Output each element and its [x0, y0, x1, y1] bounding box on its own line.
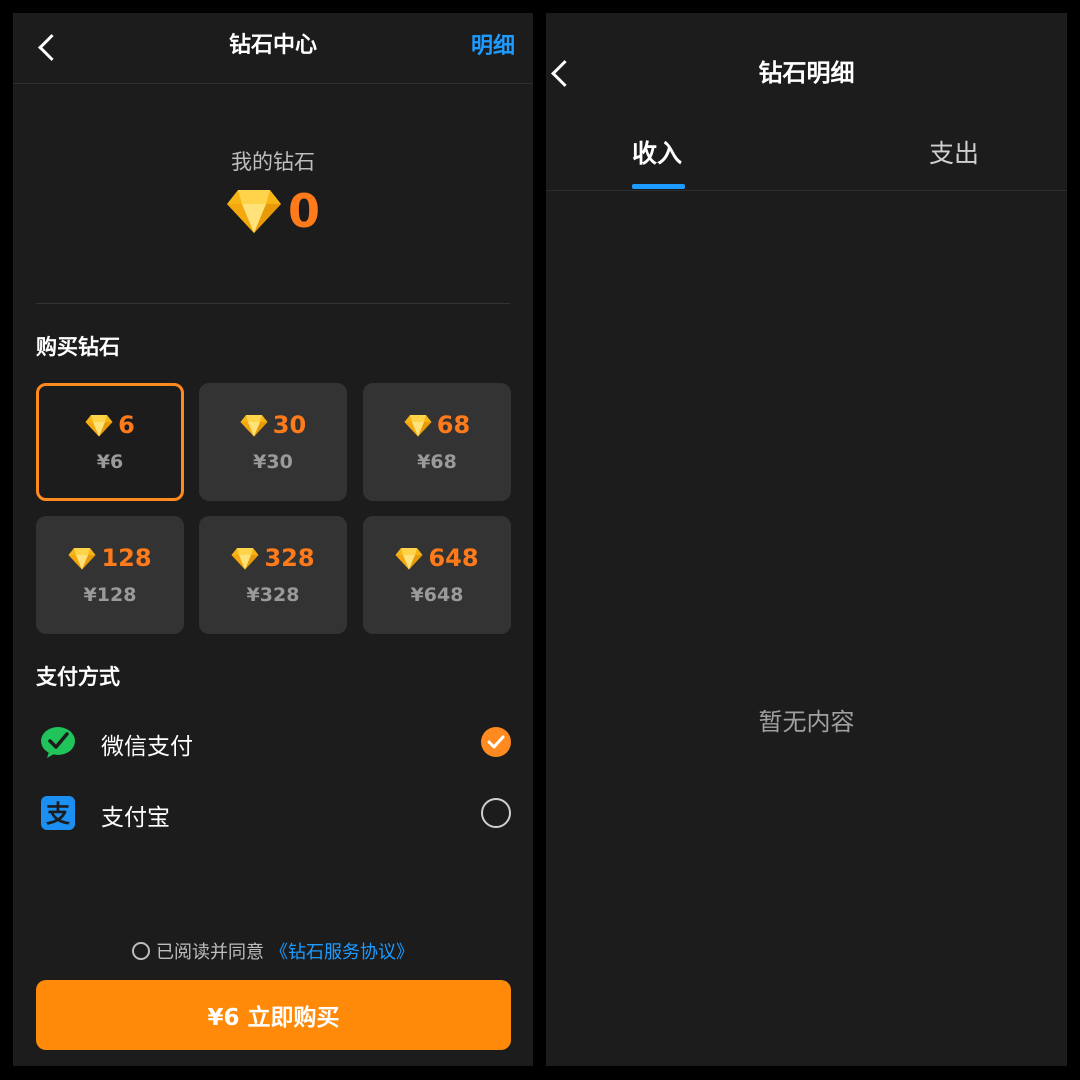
package-amount: 6: [118, 411, 135, 439]
radio-unselected-icon[interactable]: [481, 798, 511, 828]
package-price: ¥30: [253, 451, 293, 473]
checkmark-icon: [487, 735, 505, 749]
payment-option-alipay[interactable]: 支 支付宝: [36, 787, 511, 837]
package-amount: 68: [436, 411, 471, 439]
alipay-icon: 支: [41, 796, 75, 830]
tab-income[interactable]: 收入: [632, 134, 682, 170]
package-amount: 30: [272, 411, 307, 439]
package-amount-row: 328: [199, 544, 347, 572]
diamond-package-card[interactable]: 6 ¥6: [36, 383, 184, 501]
package-amount: 128: [101, 544, 152, 572]
package-amount: 648: [428, 544, 479, 572]
empty-state-text: 暂无内容: [758, 708, 855, 736]
diamond-icon: [240, 414, 268, 436]
agreement-row: 已阅读并同意 《钻石服务协议》: [13, 938, 533, 964]
package-price: ¥128: [83, 584, 137, 606]
agreement-radio[interactable]: [132, 942, 150, 960]
payment-name: 支付宝: [101, 805, 170, 831]
balance-value: 0: [287, 184, 320, 238]
package-price: ¥68: [417, 451, 457, 473]
wechat-pay-icon: [41, 727, 75, 758]
package-amount: 328: [264, 544, 315, 572]
package-amount-row: 128: [36, 544, 184, 572]
package-amount-row: 648: [363, 544, 511, 572]
diamond-package-card[interactable]: 328 ¥328: [199, 516, 347, 634]
diamond-detail-panel: 钻石明细 收入 支出 暂无内容: [546, 13, 1067, 1066]
package-price: ¥648: [410, 584, 464, 606]
diamond-package-card[interactable]: 68 ¥68: [363, 383, 511, 501]
tab-bar: 收入 支出: [546, 128, 1067, 191]
buy-section-title: 购买钻石: [36, 335, 120, 359]
diamond-icon: [68, 547, 96, 569]
tab-expense[interactable]: 支出: [929, 134, 979, 170]
payment-name: 微信支付: [101, 734, 193, 760]
balance-label: 我的钻石: [231, 150, 315, 174]
diamond-icon: [226, 190, 281, 233]
package-amount-row: 68: [363, 411, 511, 439]
header-bar: 钻石中心 明细: [13, 13, 533, 84]
package-price: ¥328: [246, 584, 300, 606]
diamond-package-card[interactable]: 128 ¥128: [36, 516, 184, 634]
agreement-text: 已阅读并同意: [156, 942, 264, 963]
divider: [36, 303, 510, 304]
detail-link[interactable]: 明细: [471, 28, 515, 60]
package-grid: 6 ¥6 30 ¥30 68 ¥68 128 ¥128 328 ¥328 648 ¥648: [36, 383, 511, 634]
diamond-icon: [231, 547, 259, 569]
active-tab-indicator: [632, 184, 685, 189]
diamond-package-card[interactable]: 648 ¥648: [363, 516, 511, 634]
check-selected-icon[interactable]: [481, 727, 511, 757]
buy-now-button[interactable]: ¥6 立即购买: [36, 980, 511, 1050]
payment-option-wechat[interactable]: 微信支付: [36, 716, 511, 766]
diamond-center-panel: 钻石中心 明细 我的钻石 0 购买钻石 6 ¥6 30 ¥30 68 ¥68 128 ¥128…: [13, 13, 533, 1066]
svg-text:支: 支: [46, 800, 71, 828]
agreement-link[interactable]: 《钻石服务协议》: [270, 938, 414, 964]
package-price: ¥6: [96, 451, 124, 473]
payment-section-title: 支付方式: [36, 665, 120, 689]
diamond-package-card[interactable]: 30 ¥30: [199, 383, 347, 501]
page-title: 钻石明细: [758, 59, 855, 87]
diamond-icon: [395, 547, 423, 569]
page-title: 钻石中心: [228, 33, 317, 58]
package-amount-row: 30: [199, 411, 347, 439]
balance-display: 0: [13, 181, 533, 241]
diamond-icon: [404, 414, 432, 436]
package-amount-row: 6: [39, 411, 181, 439]
diamond-icon: [85, 414, 113, 436]
